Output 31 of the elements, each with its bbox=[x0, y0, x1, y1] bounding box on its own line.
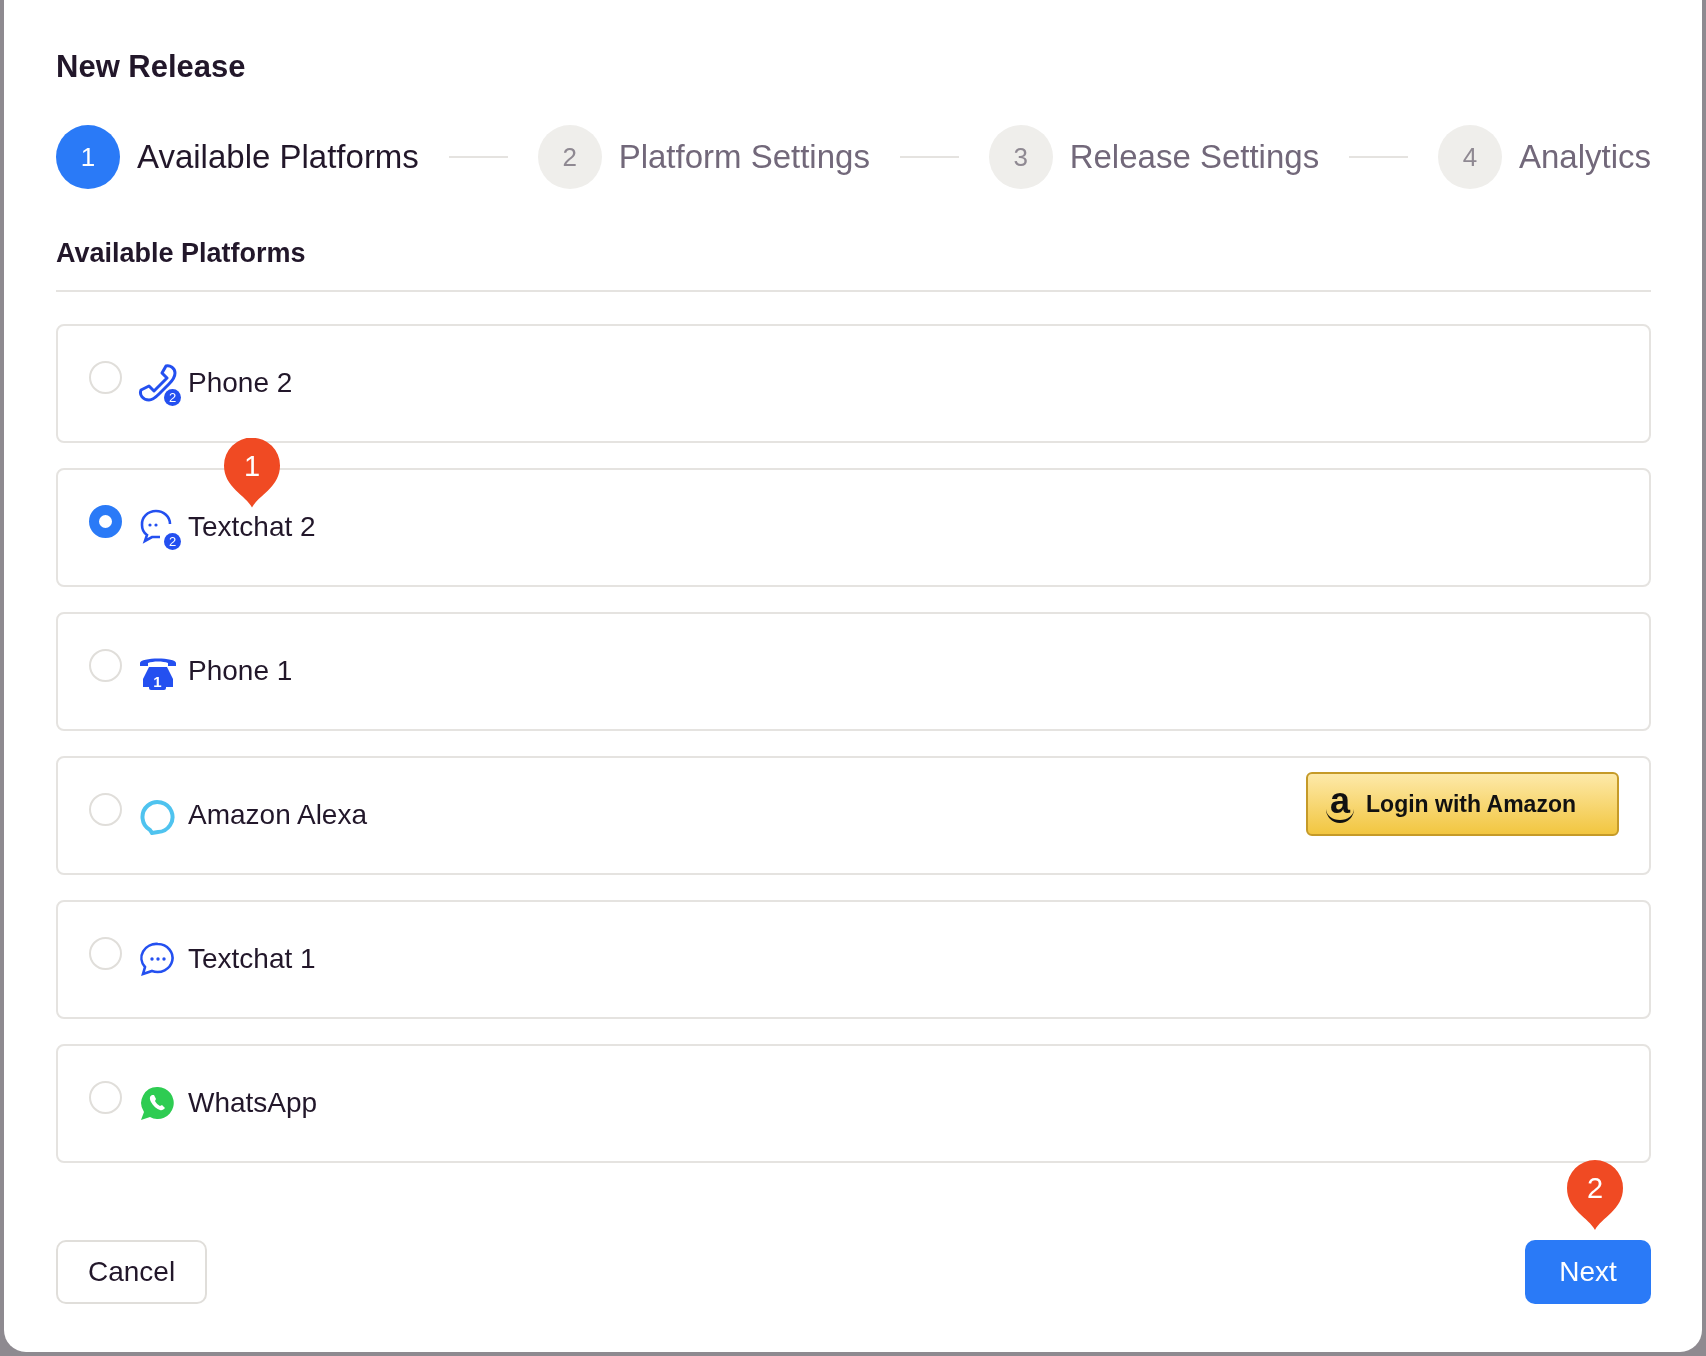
step-label: Release Settings bbox=[1069, 137, 1320, 178]
amazon-logo: a bbox=[1326, 785, 1355, 823]
step-number: 2 bbox=[537, 125, 602, 190]
platform-label: Phone 1 bbox=[188, 654, 293, 689]
icon-badge: 2 bbox=[164, 533, 181, 551]
platform-label: Amazon Alexa bbox=[188, 798, 367, 833]
next-button[interactable]: Next bbox=[1525, 1240, 1651, 1304]
marker-pin: 2 bbox=[1567, 1160, 1623, 1230]
radio-button[interactable] bbox=[89, 504, 122, 538]
platform-label: Textchat 1 bbox=[188, 942, 316, 977]
marker-pin: 1 bbox=[224, 437, 280, 508]
step-label: Analytics bbox=[1518, 137, 1651, 178]
platform-card[interactable]: 2 Phone 2 bbox=[56, 323, 1651, 443]
platform-card[interactable]: WhatsApp bbox=[56, 1043, 1651, 1163]
section-heading: Available Platforms bbox=[56, 237, 1651, 292]
step-label: Platform Settings bbox=[618, 137, 870, 178]
step-number: 3 bbox=[988, 125, 1053, 190]
platform-card[interactable]: 1 Phone 1 bbox=[56, 611, 1651, 731]
platform-label: Textchat 2 bbox=[188, 510, 316, 545]
icon-badge: 2 bbox=[164, 389, 181, 407]
step-label: Available Platforms bbox=[137, 137, 419, 178]
step-number: 4 bbox=[1437, 125, 1502, 190]
platform-card[interactable]: Textchat 1 bbox=[56, 899, 1651, 1019]
phone-badge-icon bbox=[138, 363, 178, 404]
platform-label: WhatsApp bbox=[188, 1086, 318, 1121]
platform-label: Phone 2 bbox=[188, 366, 293, 401]
platform-card[interactable]: Amazon Alexa a Login with Amazon bbox=[56, 755, 1651, 875]
cancel-button[interactable]: Cancel bbox=[56, 1240, 208, 1304]
dialog-title: New Release bbox=[56, 48, 247, 86]
login-button[interactable]: a Login with Amazon bbox=[1306, 772, 1619, 837]
step-number: 1 bbox=[56, 125, 120, 190]
